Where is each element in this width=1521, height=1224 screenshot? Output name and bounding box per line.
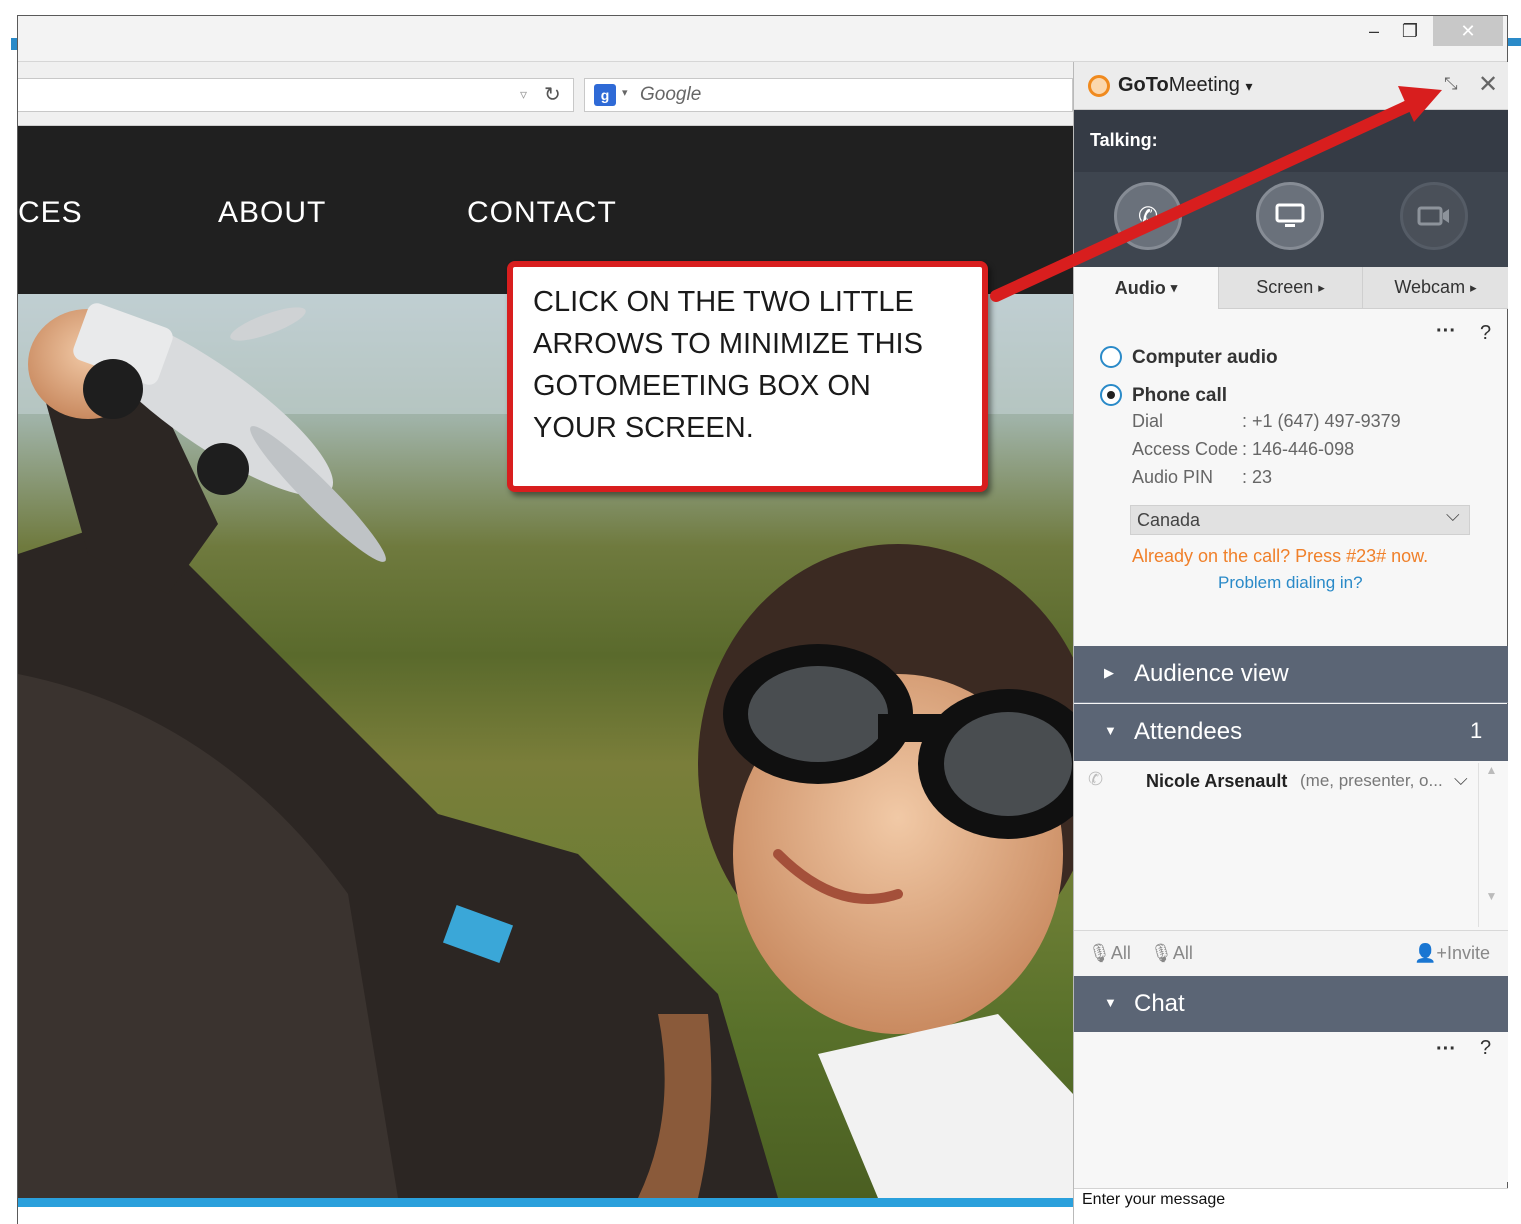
chevron-down-icon: ▾ (1170, 280, 1178, 295)
instruction-callout: CLICK ON THE TWO LITTLE ARROWS TO MINIMI… (507, 261, 988, 492)
attendee-actions: 🎙All 🎙All 👤+Invite (1074, 931, 1508, 976)
page-bottom (18, 1207, 1073, 1224)
screen-share-button[interactable] (1256, 182, 1324, 250)
tab-webcam-label: Webcam (1394, 277, 1466, 297)
access-code-value: : 146-446-098 (1242, 439, 1355, 459)
chat-placeholder: Enter your message (1082, 1191, 1226, 1208)
audio-pin-value: : 23 (1242, 467, 1273, 487)
section-audience-view[interactable]: ▶ Audience view (1074, 646, 1508, 703)
section-chat-label: Chat (1134, 990, 1185, 1017)
muted-mic-icon: 🎙 (1088, 943, 1111, 963)
search-placeholder: Google (640, 84, 702, 105)
search-engine-dropdown-icon[interactable]: ▾ (622, 86, 628, 99)
computer-audio-radio[interactable] (1100, 346, 1122, 368)
chat-message-input[interactable]: Enter your message (1074, 1188, 1508, 1224)
add-user-icon: 👤+ (1414, 943, 1447, 963)
address-bar[interactable] (18, 78, 574, 112)
tab-webcam[interactable]: Webcam ▸ (1362, 267, 1508, 309)
media-tabs: Audio ▾ Screen ▸ Webcam ▸ (1074, 267, 1508, 309)
phone-icon: ✆ (1088, 769, 1104, 789)
chevron-right-icon: ▸ (1470, 279, 1477, 295)
webcam-button[interactable] (1400, 182, 1468, 250)
callout-text: CLICK ON THE TWO LITTLE ARROWS TO MINIMI… (533, 286, 923, 444)
nav-link-contact[interactable]: CONTACT (467, 196, 617, 230)
invite-button[interactable]: 👤+Invite (1414, 943, 1490, 964)
url-dropdown-icon[interactable]: ▿ (520, 86, 527, 103)
mute-all-label: All (1110, 943, 1131, 963)
chevron-right-icon: ▶ (1104, 665, 1114, 680)
talking-bar: Talking: (1074, 110, 1508, 172)
close-icon: ✕ (1460, 20, 1476, 41)
help-icon[interactable]: ? (1480, 1037, 1491, 1060)
chevron-down-icon: ▼ (1104, 995, 1117, 1010)
media-buttons: ✆ (1074, 172, 1508, 267)
restore-icon: ❐ (1401, 20, 1419, 41)
attendee-list: ✆ Nicole Arsenault (me, presenter, o... … (1074, 761, 1508, 931)
chevron-down-icon: ▾ (1245, 78, 1253, 94)
minimize-icon: ‒ (1368, 20, 1379, 41)
window-titlebar (18, 16, 1507, 62)
computer-audio-label[interactable]: Computer audio (1132, 347, 1278, 369)
minimize-button[interactable]: ‒ (1360, 16, 1388, 46)
tab-audio[interactable]: Audio ▾ (1074, 267, 1218, 309)
already-on-call-text: Already on the call? Press #23# now. (1132, 546, 1429, 566)
attendee-scrollbar[interactable]: ▲ ▼ (1478, 763, 1504, 927)
more-options-icon[interactable]: ··· (1436, 1038, 1456, 1061)
close-icon[interactable]: ✕ (1478, 70, 1498, 99)
phone-call-radio[interactable] (1100, 384, 1122, 406)
gtm-title[interactable]: GoToMeeting ▾ (1118, 74, 1252, 97)
attendee-role: (me, presenter, o... (1300, 771, 1443, 790)
minimize-arrows-icon[interactable]: ⤡ (1444, 74, 1458, 94)
mic-icon: 🎙 (1150, 943, 1173, 963)
nav-link-about[interactable]: ABOUT (218, 196, 326, 230)
unmute-all-button[interactable]: 🎙All (1150, 943, 1193, 964)
unmute-all-label: All (1172, 943, 1193, 963)
help-icon[interactable]: ? (1480, 322, 1491, 345)
tab-audio-label: Audio (1114, 277, 1166, 298)
chevron-down-icon[interactable]: ⌵ (1454, 769, 1468, 790)
chevron-right-icon: ▸ (1318, 279, 1325, 295)
phone-call-label[interactable]: Phone call (1132, 385, 1227, 407)
dial-value: : +1 (647) 497-9379 (1242, 411, 1401, 431)
tab-screen[interactable]: Screen ▸ (1218, 267, 1362, 309)
access-code-label: Access Code (1132, 439, 1239, 459)
talking-label: Talking: (1090, 130, 1158, 150)
invite-label: Invite (1446, 943, 1490, 963)
g-search-engine-icon[interactable]: g (594, 84, 616, 106)
dial-label: Dial (1132, 411, 1164, 431)
section-chat[interactable]: ▼ Chat (1074, 976, 1508, 1032)
restore-button[interactable]: ❐ (1396, 16, 1424, 46)
mute-all-button[interactable]: 🎙All (1088, 943, 1131, 964)
phone-icon: ✆ (1137, 202, 1159, 230)
gtm-title-prefix: GoTo (1118, 74, 1169, 96)
audio-pin-label: Audio PIN (1132, 467, 1214, 487)
monitor-icon (1275, 203, 1305, 227)
tab-screen-label: Screen (1256, 277, 1314, 297)
chat-messages: ··· ? (1074, 1032, 1508, 1182)
section-attendees-label: Attendees (1134, 718, 1243, 745)
chevron-down-icon[interactable]: ⌵ (1446, 505, 1460, 526)
problem-dialing-link[interactable]: Problem dialing in? (1218, 573, 1363, 593)
section-attendees[interactable]: ▼ Attendees 1 (1074, 704, 1508, 761)
nav-link-services[interactable]: CES (18, 196, 83, 230)
gtm-title-suffix: Meeting (1168, 74, 1240, 96)
section-audience-label: Audience view (1134, 660, 1289, 687)
attendee-count: 1 (1470, 718, 1483, 743)
gotomeeting-logo-icon (1088, 75, 1110, 97)
window-close-button[interactable]: ✕ (1433, 16, 1503, 46)
chevron-down-icon: ▼ (1104, 723, 1117, 738)
site-accent-bar (18, 1198, 1073, 1207)
more-options-icon[interactable]: ··· (1436, 320, 1456, 343)
audio-mode-button[interactable]: ✆ (1114, 182, 1182, 250)
reload-icon[interactable]: ↻ (544, 82, 561, 107)
country-select-value: Canada (1137, 510, 1201, 530)
camera-icon (1417, 206, 1449, 226)
accent-strip-top (1508, 38, 1521, 46)
gotomeeting-panel: GoToMeeting ▾ ⤡ ✕ Talking: ✆ Audio ▾ Scr… (1073, 62, 1508, 1224)
attendee-name[interactable]: Nicole Arsenault (1146, 771, 1287, 792)
gtm-header: GoToMeeting ▾ ⤡ ✕ (1074, 62, 1508, 110)
country-select[interactable]: Canada (1130, 505, 1470, 535)
screenshot: ‒ ❐ ✕ ▿ ↻ g ▾ Google CES ABOUT CONTACT G… (0, 0, 1521, 1224)
